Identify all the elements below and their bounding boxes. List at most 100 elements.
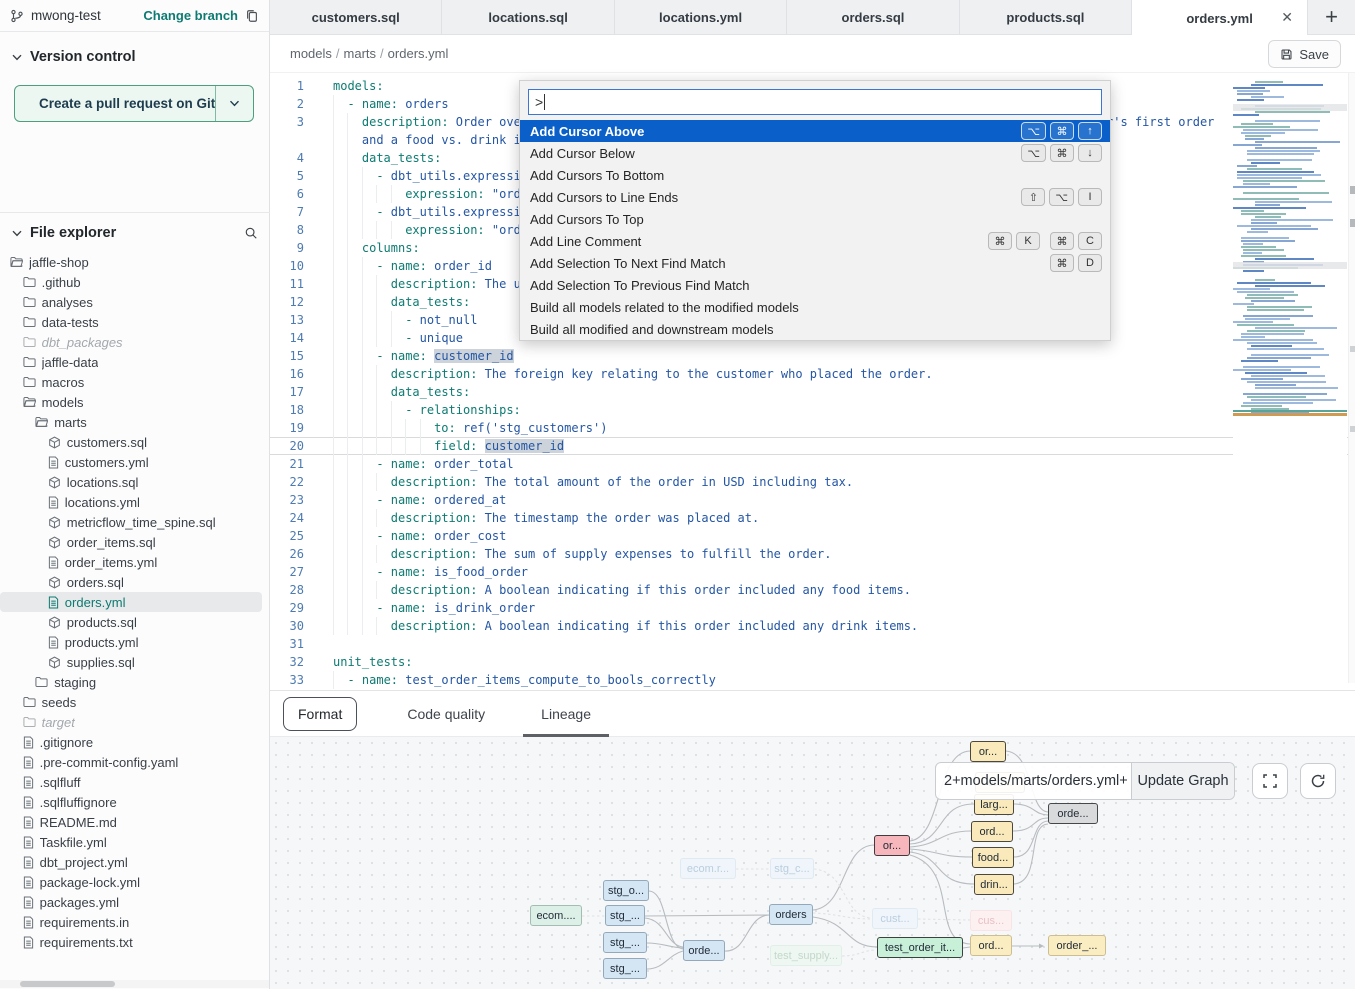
editor-scrollbar[interactable] [1348, 73, 1355, 683]
file-tree-item-order-items-sql[interactable]: order_items.sql [0, 532, 270, 552]
code-line-25[interactable]: 25- name: order_cost [270, 527, 1355, 545]
code-line-28[interactable]: 28description: A boolean indicating if t… [270, 581, 1355, 599]
lineage-node[interactable]: stg_... [603, 958, 647, 979]
lineage-node[interactable]: cust... [872, 908, 918, 929]
file-tree-item-marts[interactable]: marts [0, 412, 270, 432]
lineage-node[interactable]: drin... [974, 874, 1014, 895]
file-tree-item-packages-yml[interactable]: packages.yml [0, 892, 270, 912]
file-tree-item-orders-sql[interactable]: orders.sql [0, 572, 270, 592]
file-tree-item-locations-yml[interactable]: locations.yml [0, 492, 270, 512]
code-line-18[interactable]: 18- relationships: [270, 401, 1355, 419]
search-icon[interactable] [244, 226, 258, 240]
refresh-button[interactable] [1300, 763, 1336, 799]
code-line-16[interactable]: 16description: The foreign key relating … [270, 365, 1355, 383]
file-tree-item--sqlfluffignore[interactable]: .sqlfluffignore [0, 792, 270, 812]
fullscreen-button[interactable] [1252, 763, 1288, 799]
lineage-node[interactable]: order_... [1048, 935, 1106, 956]
file-tree-item-data-tests[interactable]: data-tests [0, 312, 270, 332]
minimap[interactable] [1233, 81, 1347, 459]
file-tree-item-jaffle-shop[interactable]: jaffle-shop [0, 252, 270, 272]
file-tree-item-customers-yml[interactable]: customers.yml [0, 452, 270, 472]
code-line-22[interactable]: 22description: The total amount of the o… [270, 473, 1355, 491]
format-button[interactable]: Format [283, 697, 357, 731]
tab-products-sql[interactable]: products.sql [960, 0, 1132, 34]
lineage-node[interactable]: stg_... [605, 905, 645, 926]
file-tree-item--sqlfluff[interactable]: .sqlfluff [0, 772, 270, 792]
tab-orders-sql[interactable]: orders.sql [787, 0, 959, 34]
file-tree-item-supplies-sql[interactable]: supplies.sql [0, 652, 270, 672]
lineage-node[interactable]: cus... [970, 910, 1012, 931]
lineage-node[interactable]: stg_c... [770, 858, 814, 879]
lineage-node[interactable]: or... [970, 741, 1006, 762]
file-tree-item-taskfile-yml[interactable]: Taskfile.yml [0, 832, 270, 852]
palette-item-add-cursor-below[interactable]: Add Cursor Below⌥⌘↓ [520, 142, 1110, 164]
file-tree-item-models[interactable]: models [0, 392, 270, 412]
palette-item-add-cursors-to-line-ends[interactable]: Add Cursors to Line Ends⇧⌥I [520, 186, 1110, 208]
file-tree-item-products-sql[interactable]: products.sql [0, 612, 270, 632]
lineage-node[interactable]: ecom.r... [680, 858, 736, 879]
code-line-21[interactable]: 21- name: order_total [270, 455, 1355, 473]
file-tree-item-orders-yml[interactable]: orders.yml [0, 592, 262, 612]
code-line-30[interactable]: 30description: A boolean indicating if t… [270, 617, 1355, 635]
palette-item-add-cursors-to-top[interactable]: Add Cursors To Top [520, 208, 1110, 230]
file-tree-item-jaffle-data[interactable]: jaffle-data [0, 352, 270, 372]
file-tree-item-products-yml[interactable]: products.yml [0, 632, 270, 652]
close-tab-icon[interactable]: ✕ [1281, 9, 1293, 26]
file-tree-item-seeds[interactable]: seeds [0, 692, 270, 712]
lineage-node[interactable]: test_supply... [770, 945, 842, 966]
breadcrumb-part[interactable]: orders.yml [388, 46, 449, 61]
file-tree-item-metricflow-time-spine-sql[interactable]: metricflow_time_spine.sql [0, 512, 270, 532]
new-tab-button[interactable]: + [1308, 0, 1355, 34]
file-explorer-header[interactable]: File explorer [0, 220, 270, 246]
code-line-29[interactable]: 29- name: is_drink_order [270, 599, 1355, 617]
code-line-15[interactable]: 15- name: customer_id [270, 347, 1355, 365]
palette-item-build-all-modified-and-downstream-models[interactable]: Build all modified and downstream models [520, 318, 1110, 340]
code-line-33[interactable]: 33- name: test_order_items_compute_to_bo… [270, 671, 1355, 689]
save-button[interactable]: Save [1268, 40, 1341, 68]
palette-item-add-line-comment[interactable]: Add Line Comment⌘K⌘C [520, 230, 1110, 252]
code-line-19[interactable]: 19to: ref('stg_customers') [270, 419, 1355, 437]
lineage-node[interactable]: orde... [1048, 803, 1098, 824]
breadcrumb-part[interactable]: models [290, 46, 332, 61]
tab-locations-yml[interactable]: locations.yml [615, 0, 787, 34]
file-tree-item--pre-commit-config-yaml[interactable]: .pre-commit-config.yaml [0, 752, 270, 772]
file-tree-item-locations-sql[interactable]: locations.sql [0, 472, 270, 492]
palette-item-add-selection-to-previous-find-match[interactable]: Add Selection To Previous Find Match [520, 274, 1110, 296]
command-palette-input[interactable]: > [528, 89, 1102, 115]
palette-item-add-cursor-above[interactable]: Add Cursor Above⌥⌘↑ [520, 120, 1110, 142]
code-line-31[interactable]: 31 [270, 635, 1355, 653]
update-graph-button[interactable]: Update Graph [1131, 763, 1234, 799]
file-tree-item-dbt-packages[interactable]: dbt_packages [0, 332, 270, 352]
file-tree-item-requirements-in[interactable]: requirements.in [0, 912, 270, 932]
sidebar-horizontal-scrollbar[interactable] [0, 980, 269, 988]
panel-tab-lineage[interactable]: Lineage [535, 690, 597, 737]
lineage-canvas[interactable]: ecom....stg_o...stg_...stg_...stg_...ord… [270, 737, 1355, 989]
file-tree-item-customers-sql[interactable]: customers.sql [0, 432, 270, 452]
file-tree-item-macros[interactable]: macros [0, 372, 270, 392]
file-tree-item-order-items-yml[interactable]: order_items.yml [0, 552, 270, 572]
lineage-node[interactable]: ord... [971, 821, 1013, 842]
palette-item-build-all-models-related-to-the-modified-models[interactable]: Build all models related to the modified… [520, 296, 1110, 318]
pr-button-dropdown[interactable] [215, 86, 253, 121]
file-tree-item--gitignore[interactable]: .gitignore [0, 732, 270, 752]
lineage-node[interactable]: orde... [683, 940, 725, 961]
file-tree-item-analyses[interactable]: analyses [0, 292, 270, 312]
file-tree-item-dbt-project-yml[interactable]: dbt_project.yml [0, 852, 270, 872]
palette-item-add-cursors-to-bottom[interactable]: Add Cursors To Bottom [520, 164, 1110, 186]
file-tree-item-package-lock-yml[interactable]: package-lock.yml [0, 872, 270, 892]
lineage-node[interactable]: ord... [970, 935, 1012, 956]
lineage-node[interactable]: test_order_it... [877, 937, 963, 958]
code-line-23[interactable]: 23- name: ordered_at [270, 491, 1355, 509]
file-tree-item--github[interactable]: .github [0, 272, 270, 292]
panel-tab-code-quality[interactable]: Code quality [401, 690, 491, 737]
file-tree-item-target[interactable]: target [0, 712, 270, 732]
breadcrumb-part[interactable]: marts [344, 46, 377, 61]
lineage-node[interactable]: orders [769, 904, 813, 925]
tab-customers-sql[interactable]: customers.sql [270, 0, 442, 34]
tab-locations-sql[interactable]: locations.sql [442, 0, 614, 34]
code-line-20[interactable]: 20field: customer_id [270, 437, 1355, 455]
file-tree-item-readme-md[interactable]: README.md [0, 812, 270, 832]
file-tree-item-staging[interactable]: staging [0, 672, 270, 692]
file-tree-item-requirements-txt[interactable]: requirements.txt [0, 932, 270, 952]
code-line-17[interactable]: 17data_tests: [270, 383, 1355, 401]
